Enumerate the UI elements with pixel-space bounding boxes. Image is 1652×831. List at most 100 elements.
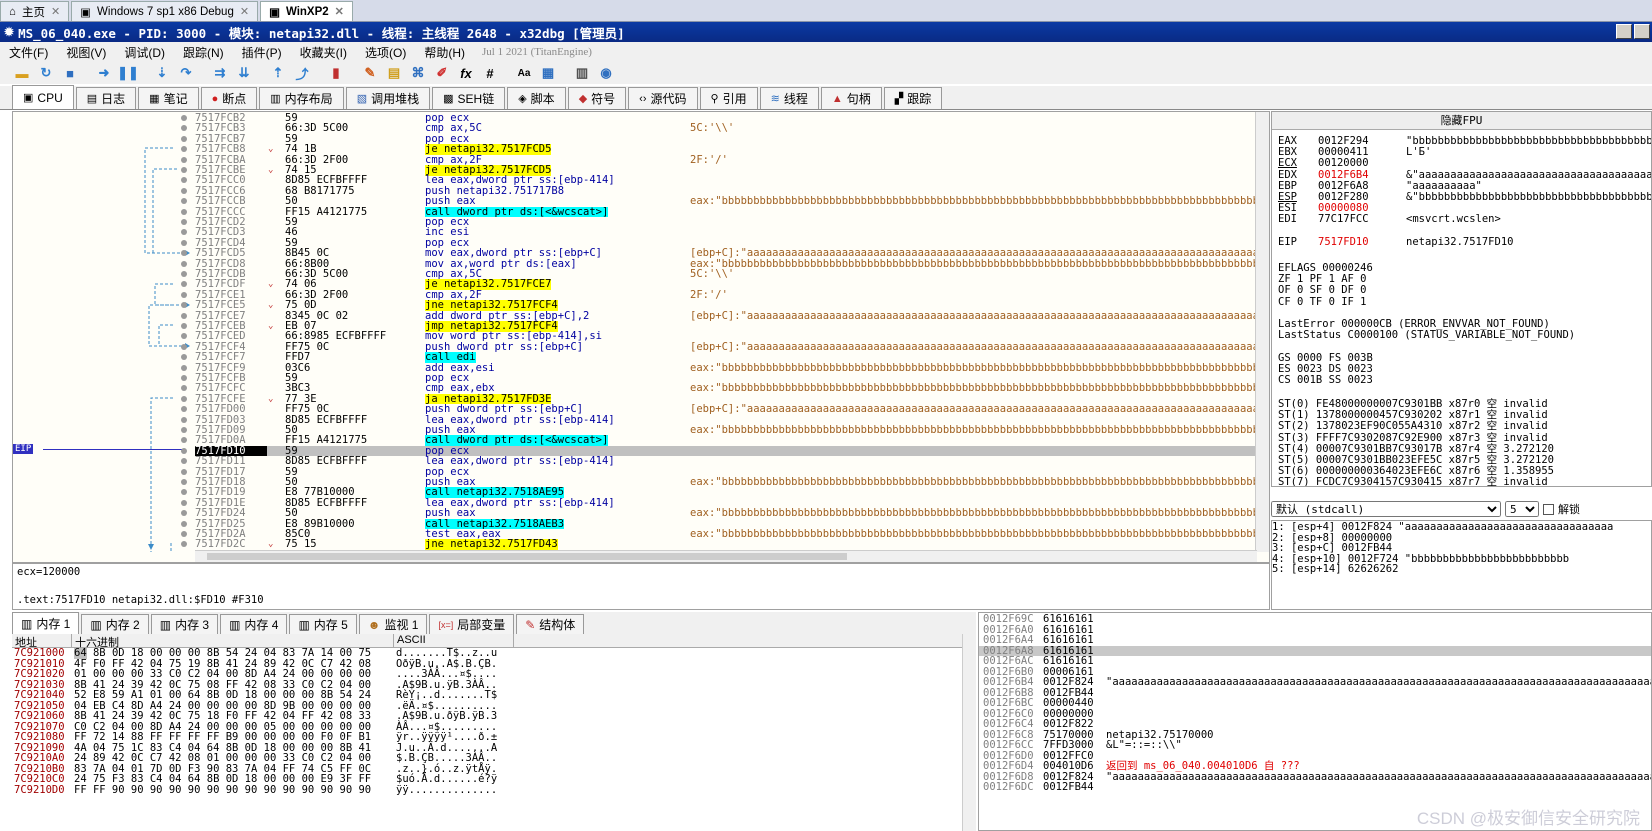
disasm-row[interactable]: 7517FCF7 FFD7 call edi [195,352,1255,363]
register-value[interactable]: 0012F280 [1318,192,1406,203]
stack-row[interactable]: 0012F6C4 0012F822 [979,719,1651,730]
tab-source[interactable]: ‹› 源代码 [628,87,698,109]
breakpoint-dot[interactable] [181,219,187,225]
stack-row[interactable]: 0012F6DC 0012FB44 [979,782,1651,793]
disasm-row[interactable]: 7517FCC6 68 B8171775 push netapi32.751717B… [195,186,1255,197]
tab-breakpoints[interactable]: ● 断点 [200,87,258,109]
menu-options[interactable]: 选项(O) [356,44,415,61]
help-icon[interactable]: ◉ [596,64,616,82]
disasm-row[interactable]: 7517FCB2 59 pop ecx [195,113,1255,124]
register-value[interactable]: 00000080 [1318,203,1406,214]
label-icon[interactable]: ⌘ [408,64,428,82]
flags-row[interactable]: OF 0 SF 0 DF 0 [1278,285,1367,296]
register-value[interactable]: 0012F294 [1318,136,1406,147]
dump-row[interactable]: 7C921060 8B 41 24 39 42 0C 75 18 F0 FF 42… [12,711,962,722]
disasm-row[interactable]: 7517FD11 8D85 ECFBFFFF lea eax,dword ptr s… [195,456,1255,467]
fpu-row[interactable]: ST(2) 1378023EF90C055A4310 x87r2 空 inval… [1278,421,1548,432]
breakpoint-dot[interactable] [181,115,187,121]
register-row[interactable]: EDX 0012F6B4 &"aaaaaaaaaaaaaaaaaaaaaaaaaaa… [1278,170,1651,181]
stack-row[interactable]: 0012F6CC 7FFD3000 &L"=::=::\\" [979,740,1651,751]
tab-dump-1[interactable]: ▥ 内存 1 [12,612,80,634]
trace-into-icon[interactable]: ⇉ [210,64,230,82]
breakpoint-dot[interactable] [181,364,187,371]
breakpoint-dot[interactable] [181,187,187,194]
breakpoint-dot[interactable] [181,427,187,433]
disasm-row[interactable]: 7517FD1E 8D85 ECFBFFFF lea eax,dword ptr s… [195,498,1255,509]
breakpoint-dot[interactable] [181,447,187,454]
disasm-row[interactable]: 7517FCFB 59 pop ecx [195,373,1255,384]
tab-dump-5[interactable]: ▥ 内存 5 [289,614,357,634]
vm-tab-winxp2[interactable]: ▣ WinXP2 ✕ [260,1,353,21]
close-icon[interactable]: ✕ [51,5,60,18]
stack-row[interactable]: 0012F6BC 00000440 [979,698,1651,709]
fpu-row[interactable]: ST(0) FE48000000007C9301BB x87r0 空 inval… [1278,399,1548,410]
execute-till-return-icon[interactable]: ⇡ [268,64,288,82]
stack-arg[interactable]: 5: [esp+14] 62626262 [1272,564,1651,575]
comment-icon[interactable]: ▤ [384,64,404,82]
pause-icon[interactable]: ❚❚ [117,64,139,82]
dump-pane[interactable]: 7C921000 64 8B 0D 18 00 00 00 8B 54 24 04… [12,648,962,831]
flags-row[interactable]: CF 0 TF 0 IF 1 [1278,297,1367,308]
disasm-row[interactable]: 7517FD0A FF15 A4121775 call dword ptr ds:[… [195,435,1255,446]
disasm-row[interactable]: 7517FCBA 66:3D 2F00 cmp ax,2F 2F:'/' [195,155,1255,166]
menu-view[interactable]: 视图(V) [57,44,115,61]
fpu-row[interactable]: ST(5) 00007C9301BB023EFE5C x87r5 空 3.272… [1278,455,1554,466]
dump-row[interactable]: 7C921040 52 E8 59 A1 01 00 64 8B 0D 18 00… [12,690,962,701]
disasm-row[interactable]: 7517FCD3 46 inc esi [195,227,1255,238]
scylla-icon[interactable]: ▮ [326,64,346,82]
stack-arg[interactable]: 1: [esp+4] 0012F824 "aaaaaaaaaaaaaaaaaaa… [1272,522,1651,533]
favourite-icon[interactable]: ▥ [572,64,592,82]
tab-watch-1[interactable]: ☻ 监视 1 [358,614,428,634]
tab-dump-2[interactable]: ▥ 内存 2 [81,614,149,634]
tab-trace[interactable]: ▞ 跟踪 [883,87,943,109]
tab-references[interactable]: ⚲ 引用 [699,87,758,109]
tab-cpu[interactable]: ▣ CPU [12,85,74,109]
stack-arguments-pane[interactable]: 1: [esp+4] 0012F824 "aaaaaaaaaaaaaaaaaaa… [1271,520,1652,610]
breakpoint-dot[interactable] [181,468,187,475]
register-value[interactable]: 7517FD10 [1318,237,1406,248]
stack-row[interactable]: 0012F6D4 004010D6 返回到 ms_06_040.004010D6 自… [979,761,1651,772]
trace-over-icon[interactable]: ⇊ [234,64,254,82]
dump-col-address[interactable]: 地址 [12,634,72,649]
vm-tab-home[interactable]: ⌂ 主页 ✕ [0,1,70,21]
error-row[interactable]: LastStatus C0000100 (STATUS_VARIABLE_NOT… [1278,330,1575,341]
unlock-checkbox[interactable] [1543,503,1554,515]
menu-favourites[interactable]: 收藏夹(I) [291,44,356,61]
tab-handles[interactable]: ▲ 句柄 [820,87,882,109]
hide-fpu-button[interactable]: 隐藏FPU [1272,112,1651,130]
segment-row[interactable]: CS 001B SS 0023 [1278,375,1373,386]
menu-plugins[interactable]: 插件(P) [233,44,291,61]
breakpoint-dot[interactable] [181,271,187,277]
register-value[interactable]: 00000411 [1318,147,1406,158]
disasm-row[interactable]: 7517FCF4 FF75 0C push dword ptr ss:[ebp+C]… [195,342,1256,353]
breakpoint-dot[interactable] [181,167,187,173]
breakpoint-dot[interactable] [181,312,187,319]
disasm-row[interactable]: 7517FD2C ⌄ 75 15 jne netapi32.7517FD43 [195,539,1255,550]
breakpoint-dot[interactable] [181,135,187,142]
dump-row[interactable]: 7C9210C0 24 75 F3 83 C4 04 64 8B 0D 18 00… [12,774,962,785]
menu-help[interactable]: 帮助(H) [415,44,474,61]
register-row[interactable]: EDI 77C17FCC <msvcrt.wcslen> [1278,214,1501,225]
dump-row[interactable]: 7C9210D0 FF FF 90 90 90 90 90 90 90 90 90… [12,784,962,796]
tab-dump-3[interactable]: ▥ 内存 3 [150,614,219,634]
tab-seh[interactable]: ▩ SEH链 [432,87,506,109]
tab-dump-4[interactable]: ▥ 内存 4 [220,614,288,634]
disasm-row[interactable]: 7517FD17 59 pop ecx [195,467,1255,478]
maximize-button[interactable] [1634,24,1650,39]
font-icon[interactable]: Aa [514,64,534,82]
register-value[interactable]: 0012F6A8 [1318,181,1406,192]
breakpoint-dot[interactable] [181,323,187,329]
fpu-row[interactable]: ST(4) 00007C9301BB7C93017B x87r4 空 3.272… [1278,444,1554,455]
close-icon[interactable]: ✕ [240,5,249,18]
disasm-row[interactable]: 7517FCE7 8345 0C 02 add dword ptr ss:[ebp+… [195,311,1256,322]
menu-file[interactable]: 文件(F) [0,44,57,61]
breakpoint-dot[interactable] [181,239,187,246]
breakpoint-dot[interactable] [181,208,187,215]
breakpoint-dot[interactable] [181,416,187,423]
restart-icon[interactable]: ↻ [36,64,56,82]
tab-script[interactable]: ◈ 脚本 [507,87,566,109]
step-over-icon[interactable]: ↷ [176,64,196,82]
tab-symbols[interactable]: ◆ 符号 [567,87,627,109]
disasm-row[interactable]: 7517FCF9 03C6 add eax,esi eax:"bbbbbbbbbbbb… [195,363,1256,374]
breakpoint-dot[interactable] [181,260,187,267]
